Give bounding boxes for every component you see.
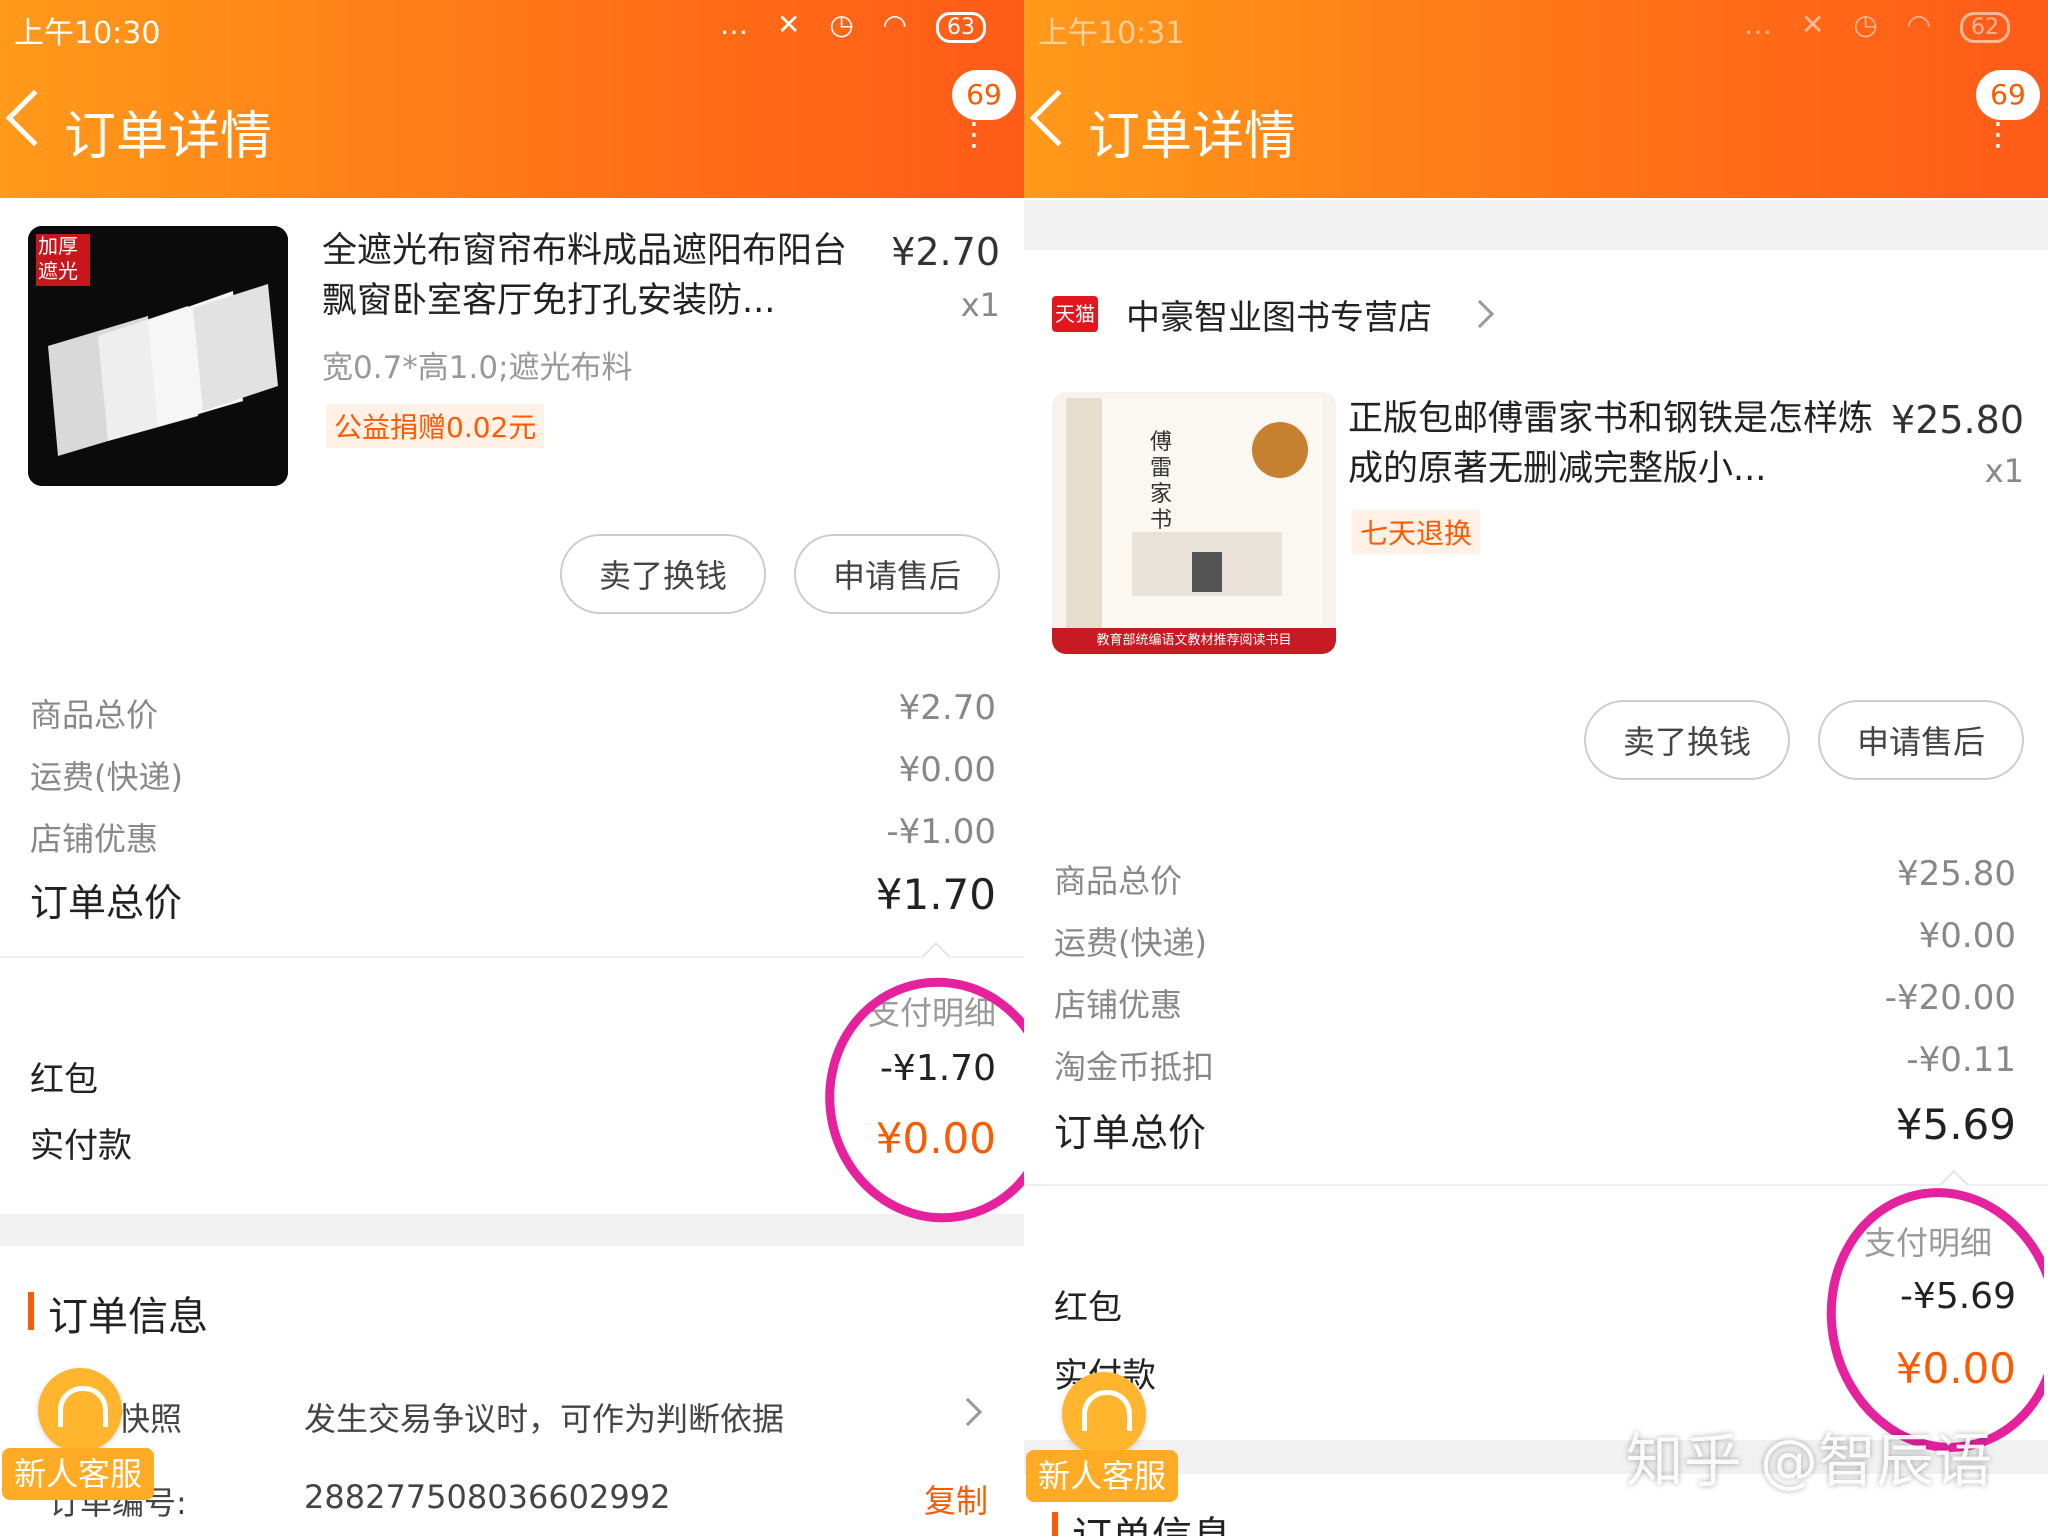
- after-sale-button[interactable]: 申请售后: [1818, 700, 2024, 780]
- product-title[interactable]: 全遮光布窗帘布料成品遮阳布阳台飘窗卧室客厅免打孔安装防...: [322, 226, 862, 326]
- header: 上午10:31 … ✕ ◷ ◠ 62 订单详情 69 ⋮: [1024, 0, 2048, 198]
- order-detail-left: 上午10:30 … ✕ ◷ ◠ 63 订单详情 69 ⋮ 加厚 遮光 全遮光布窗…: [0, 0, 1024, 1536]
- red-packet-label: 红包: [30, 1060, 98, 1100]
- mute-icon: ✕: [1800, 8, 1835, 41]
- tmall-icon: 天猫: [1052, 296, 1098, 332]
- product-thumbnail[interactable]: 加厚 遮光: [28, 226, 288, 486]
- actual-pay-label: 实付款: [30, 1126, 132, 1166]
- order-total-label: 订单总价: [1054, 1111, 1207, 1155]
- product-qty: x1: [960, 286, 1000, 324]
- status-icons: … ✕ ◷ ◠ 62: [1744, 8, 2010, 43]
- summary-value-coins: -¥0.11: [1906, 1040, 2016, 1080]
- battery-icon: 63: [936, 12, 986, 43]
- wifi-icon: ◠: [882, 8, 918, 41]
- order-total-value: ¥5.69: [1895, 1100, 2016, 1149]
- customer-service-label[interactable]: 新人客服: [2, 1448, 155, 1500]
- mute-icon: ✕: [776, 8, 811, 41]
- chevron-right-icon[interactable]: [1465, 299, 1495, 329]
- page-title: 订单详情: [1088, 107, 1297, 167]
- red-packet-label: 红包: [1054, 1288, 1122, 1328]
- summary-value-discount: -¥1.00: [886, 812, 996, 852]
- summary-label-discount: 店铺优惠: [1054, 986, 1183, 1024]
- product-price: ¥25.80: [1891, 398, 2024, 442]
- seven-day-return-tag: 七天退换: [1352, 510, 1481, 554]
- summary-label-coins: 淘金币抵扣: [1054, 1048, 1215, 1086]
- chevron-right-icon[interactable]: [953, 1397, 983, 1427]
- section-bar: [1052, 1512, 1058, 1536]
- product-price: ¥2.70: [891, 230, 1000, 274]
- summary-value-discount: -¥20.00: [1884, 978, 2016, 1018]
- summary-label-shipping: 运费(快递): [30, 758, 183, 796]
- watermark: 知乎 @智辰语: [1625, 1427, 1992, 1495]
- product-thumbnail[interactable]: 傅雷家书 教育部统编语文教材推荐阅读书目: [1052, 392, 1336, 654]
- store-name[interactable]: 中豪智业图书专营店: [1126, 290, 1432, 339]
- product-qty: x1: [1984, 452, 2024, 490]
- after-sale-button[interactable]: 申请售后: [794, 534, 1000, 614]
- comparison-stage: 上午10:30 … ✕ ◷ ◠ 63 订单详情 69 ⋮ 加厚 遮光 全遮光布窗…: [0, 0, 2048, 1536]
- more-vertical-icon[interactable]: ⋮: [958, 118, 990, 150]
- page-title: 订单详情: [64, 107, 273, 167]
- message-badge[interactable]: 69: [952, 70, 1016, 120]
- customer-service-label[interactable]: 新人客服: [1026, 1450, 1179, 1502]
- battery-icon: 62: [1960, 12, 2010, 43]
- order-total-value: ¥1.70: [875, 870, 996, 919]
- highlight-circle-annotation: [825, 977, 1024, 1223]
- product-title[interactable]: 正版包邮傅雷家书和钢铁是怎样炼成的原著无删减完整版小...: [1348, 394, 1888, 494]
- sell-for-cash-button[interactable]: 卖了换钱: [560, 534, 766, 614]
- summary-value-goods: ¥25.80: [1897, 854, 2016, 894]
- product-sku: 宽0.7*高1.0;遮光布料: [322, 350, 633, 386]
- summary-label-shipping: 运费(快递): [1054, 924, 1207, 962]
- more-dots-icon: …: [1744, 8, 1783, 41]
- header: 上午10:30 … ✕ ◷ ◠ 63 订单详情 69 ⋮: [0, 0, 1024, 198]
- more-vertical-icon[interactable]: ⋮: [1982, 118, 2014, 150]
- book-cover-image: [1052, 392, 1336, 654]
- order-number-value: 2882775080366029​92: [304, 1478, 671, 1516]
- summary-value-shipping: ¥0.00: [1918, 916, 2016, 956]
- back-icon[interactable]: [5, 89, 63, 147]
- alarm-icon: ◷: [1853, 8, 1888, 41]
- book-banner: 教育部统编语文教材推荐阅读书目: [1096, 633, 1292, 648]
- summary-label-goods: 商品总价: [1054, 862, 1183, 900]
- thumb-label: 加厚 遮光: [38, 234, 78, 283]
- order-info-title: 订单信息: [48, 1294, 208, 1340]
- snapshot-desc[interactable]: 发生交易争议时，可作为判断依据: [304, 1394, 784, 1440]
- back-icon[interactable]: [1029, 89, 1087, 147]
- wifi-icon: ◠: [1906, 8, 1942, 41]
- status-time: 上午10:30: [14, 16, 161, 51]
- section-bar: [28, 1292, 34, 1330]
- summary-label-discount: 店铺优惠: [30, 820, 159, 858]
- headset-icon[interactable]: [1062, 1372, 1146, 1456]
- headset-icon[interactable]: [38, 1368, 122, 1452]
- book-title-vertical: 傅雷家书: [1150, 430, 1173, 533]
- status-icons: … ✕ ◷ ◠ 63: [720, 8, 986, 43]
- top-gap: [1024, 200, 2048, 250]
- more-dots-icon: …: [720, 8, 759, 41]
- order-total-label: 订单总价: [30, 881, 183, 925]
- summary-label-goods: 商品总价: [30, 696, 159, 734]
- alarm-icon: ◷: [829, 8, 864, 41]
- snapshot-label: 快照: [118, 1400, 183, 1438]
- status-time: 上午10:31: [1038, 16, 1185, 51]
- summary-value-shipping: ¥0.00: [898, 750, 996, 790]
- order-info-title: 订单信息: [1072, 1504, 1232, 1536]
- order-detail-right: 上午10:31 … ✕ ◷ ◠ 62 订单详情 69 ⋮ 天猫 中豪智业图书专营…: [1024, 0, 2048, 1536]
- summary-value-goods: ¥2.70: [898, 688, 996, 728]
- sell-for-cash-button[interactable]: 卖了换钱: [1584, 700, 1790, 780]
- copy-button[interactable]: 复制: [924, 1476, 988, 1522]
- charity-tag: 公益捐赠0.02元: [326, 404, 545, 448]
- message-badge[interactable]: 69: [1976, 70, 2040, 120]
